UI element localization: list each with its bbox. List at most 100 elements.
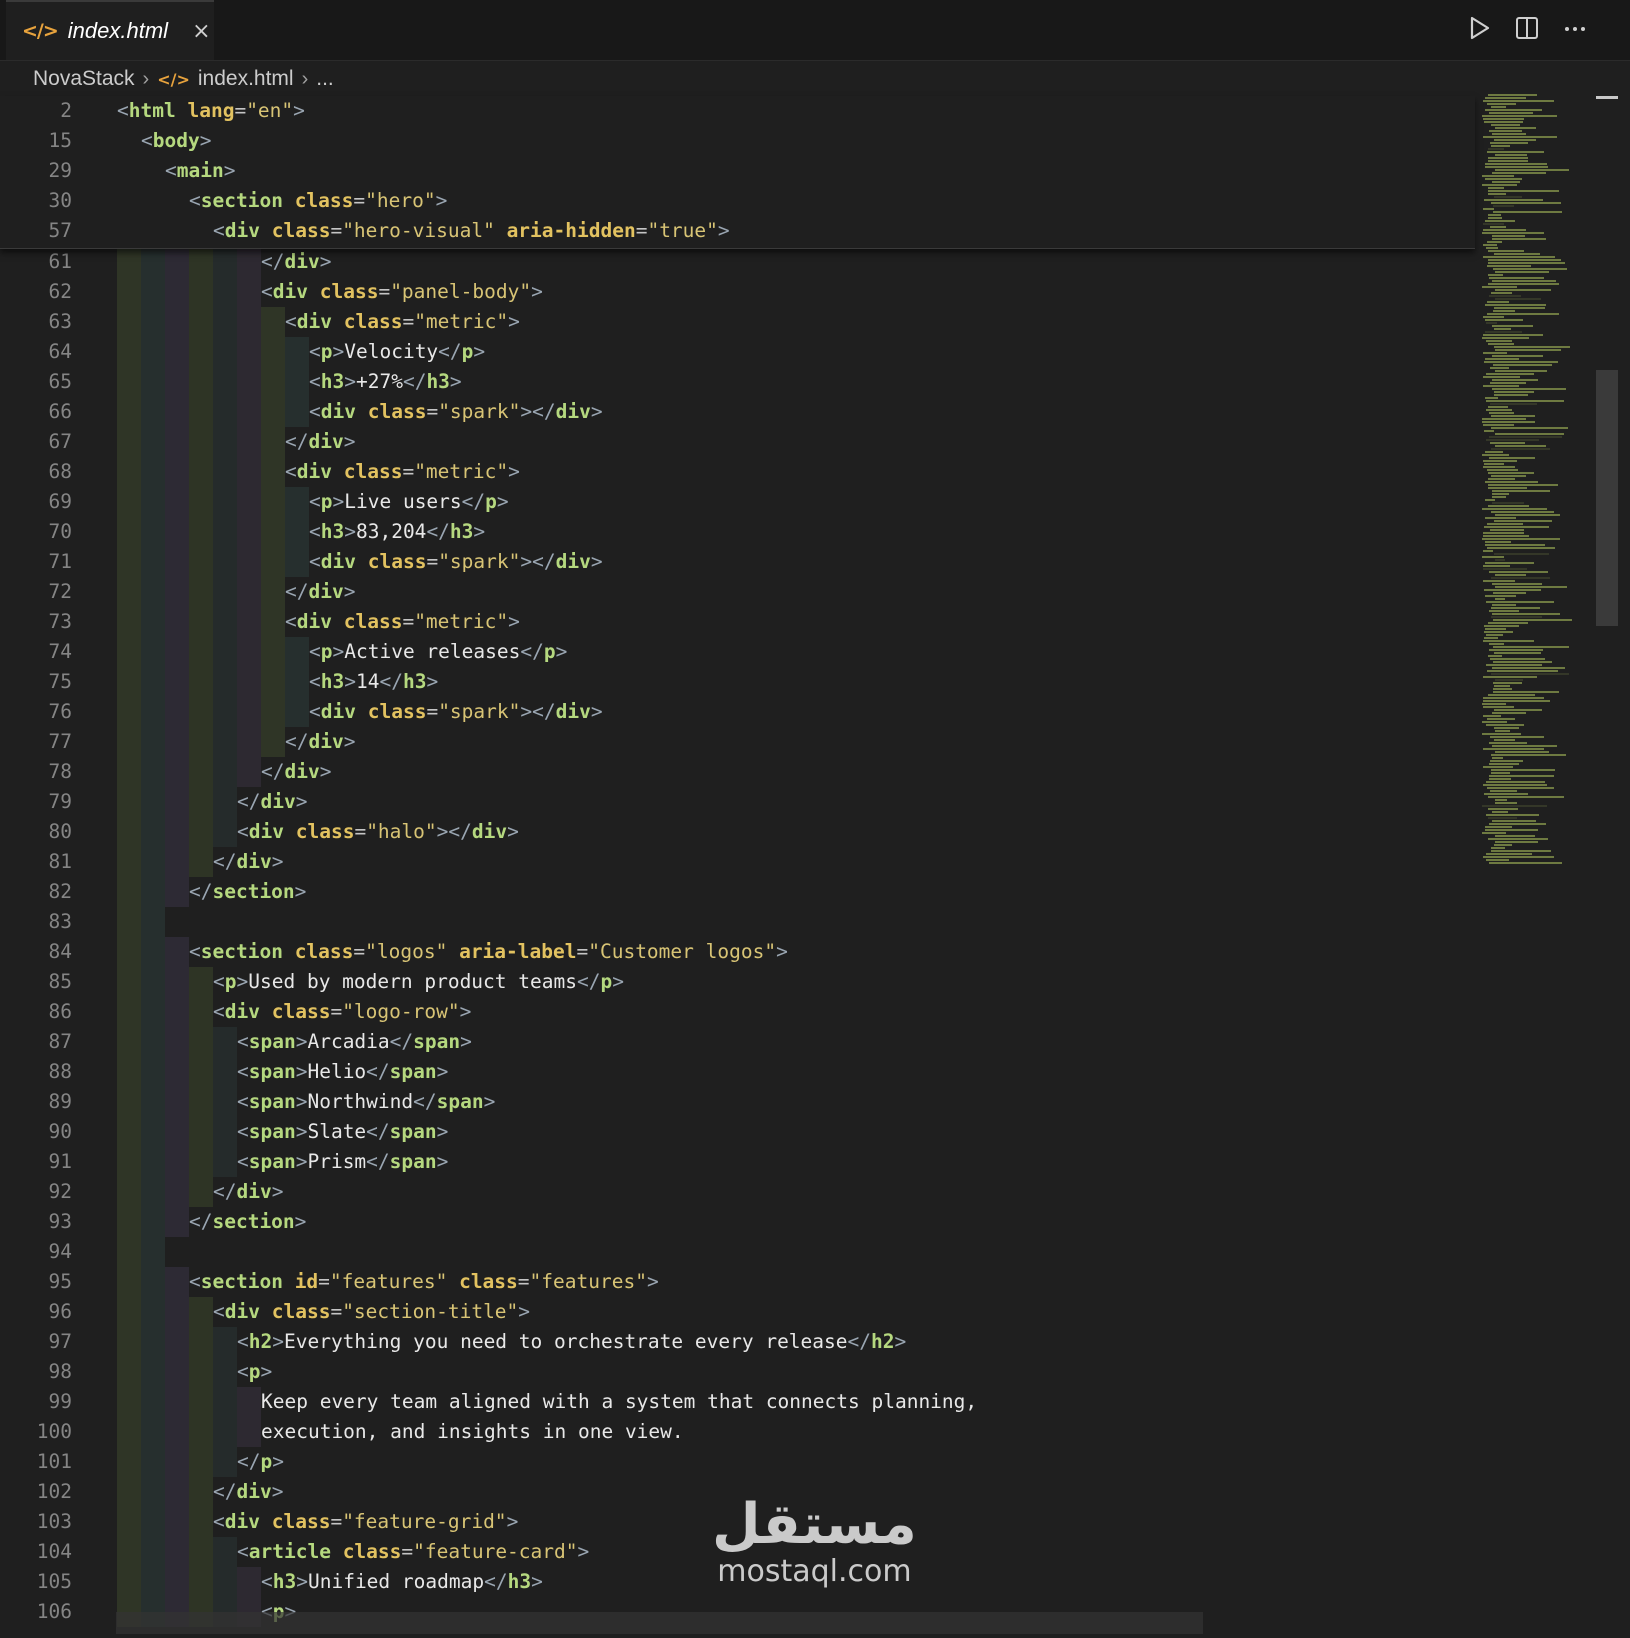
indent-guide: [165, 1417, 189, 1447]
sticky-line[interactable]: 29 <main>: [0, 156, 1470, 186]
indent-guide: [165, 427, 189, 457]
code-text: <div class="panel-body">: [261, 280, 543, 303]
indent-guide: [189, 1087, 213, 1117]
code-text: <section class="hero">: [189, 189, 448, 212]
sticky-line[interactable]: 2 <html lang="en">: [0, 96, 1470, 126]
minimap-row: [1487, 718, 1515, 720]
code-line[interactable]: 90 <span>Slate</span>: [0, 1117, 1470, 1147]
indent-guide: [117, 847, 141, 877]
code-line[interactable]: 79 </div>: [0, 787, 1470, 817]
code-line[interactable]: 85 <p>Used by modern product teams</p>: [0, 967, 1470, 997]
code-line[interactable]: 96 <div class="section-title">: [0, 1297, 1470, 1327]
minimap-row: [1489, 412, 1514, 414]
horizontal-scrollbar[interactable]: [116, 1612, 1203, 1634]
code-line[interactable]: 84 <section class="logos" aria-label="Cus…: [0, 937, 1470, 967]
code-line[interactable]: 92 </div>: [0, 1177, 1470, 1207]
code-line[interactable]: 61 </div>: [0, 247, 1470, 277]
code-line[interactable]: 97 <h2>Everything you need to orchestrate…: [0, 1327, 1470, 1357]
code-line[interactable]: 95 <section id="features" class="features…: [0, 1267, 1470, 1297]
code-editor[interactable]: 61 </div> 62 <div class="panel-body"> 63 <div…: [0, 96, 1475, 1638]
indent-guide: [141, 1057, 165, 1087]
code-line[interactable]: 75 <h3>14</h3>: [0, 667, 1470, 697]
line-number: 62: [48, 280, 72, 303]
minimap-row: [1483, 532, 1524, 534]
code-line[interactable]: 93 </section>: [0, 1207, 1470, 1237]
code-line[interactable]: 99 Keep every team aligned with a system …: [0, 1387, 1470, 1417]
code-line[interactable]: 98 <p>: [0, 1357, 1470, 1387]
code-line[interactable]: 89 <span>Northwind</span>: [0, 1087, 1470, 1117]
code-line[interactable]: 81 </div>: [0, 847, 1470, 877]
code-line[interactable]: 76 <div class="spark"></div>: [0, 697, 1470, 727]
indent-guide: [165, 1207, 189, 1237]
minimap-row: [1483, 376, 1520, 378]
minimap-row: [1495, 127, 1536, 129]
minimap-row: [1486, 781, 1545, 783]
minimap[interactable]: [1478, 94, 1598, 884]
indent-guide: [213, 637, 237, 667]
code-line[interactable]: 87 <span>Arcadia</span>: [0, 1027, 1470, 1057]
code-line[interactable]: 67 </div>: [0, 427, 1470, 457]
code-line[interactable]: 83: [0, 907, 1470, 937]
indent-guide: [165, 637, 189, 667]
code-line[interactable]: 88 <span>Helio</span>: [0, 1057, 1470, 1087]
indent-guide: [141, 397, 165, 427]
sticky-scroll-header[interactable]: 2 <html lang="en"> 15 <body> 29 <main> 30 <sect…: [0, 96, 1475, 249]
sticky-line[interactable]: 57 <div class="hero-visual" aria-hidden="…: [0, 216, 1470, 246]
code-line[interactable]: 73 <div class="metric">: [0, 607, 1470, 637]
code-line[interactable]: 82 </section>: [0, 877, 1470, 907]
code-line[interactable]: 80 <div class="halo"></div>: [0, 817, 1470, 847]
close-icon[interactable]: ×: [192, 19, 210, 44]
breadcrumb-more[interactable]: ...: [316, 67, 334, 91]
indent-guide: [165, 1537, 189, 1567]
code-line[interactable]: 94: [0, 1237, 1470, 1267]
code-line[interactable]: 66 <div class="spark"></div>: [0, 397, 1470, 427]
indent-guide: [189, 1117, 213, 1147]
indent-guide: [165, 817, 189, 847]
code-line[interactable]: 100 execution, and insights in one view.: [0, 1417, 1470, 1447]
minimap-row: [1490, 382, 1526, 384]
line-number: 79: [48, 790, 72, 813]
code-line[interactable]: 64 <p>Velocity</p>: [0, 337, 1470, 367]
code-line[interactable]: 74 <p>Active releases</p>: [0, 637, 1470, 667]
line-number: 29: [48, 159, 72, 182]
code-line[interactable]: 70 <h3>83,204</h3>: [0, 517, 1470, 547]
more-actions-icon[interactable]: [1562, 14, 1588, 42]
sticky-line[interactable]: 15 <body>: [0, 126, 1470, 156]
breadcrumb-project[interactable]: NovaStack: [33, 67, 135, 91]
code-line[interactable]: 101 </p>: [0, 1447, 1470, 1477]
sticky-line[interactable]: 30 <section class="hero">: [0, 186, 1470, 216]
code-line[interactable]: 71 <div class="spark"></div>: [0, 547, 1470, 577]
indent-guide: [261, 547, 285, 577]
code-line[interactable]: 69 <p>Live users</p>: [0, 487, 1470, 517]
minimap-row: [1493, 619, 1572, 621]
minimap-row: [1486, 439, 1539, 441]
indent-guide: [189, 1507, 213, 1537]
tab-index-html[interactable]: </> index.html ×: [6, 0, 214, 60]
indent-guide: [141, 937, 165, 967]
code-line[interactable]: 62 <div class="panel-body">: [0, 277, 1470, 307]
indent-guide: [237, 757, 261, 787]
indent-guide: [237, 517, 261, 547]
code-line[interactable]: 77 </div>: [0, 727, 1470, 757]
run-icon[interactable]: [1466, 14, 1492, 42]
code-line[interactable]: 91 <span>Prism</span>: [0, 1147, 1470, 1177]
code-line[interactable]: 72 </div>: [0, 577, 1470, 607]
breadcrumb-file[interactable]: index.html: [198, 67, 294, 91]
indent-guide: [165, 1027, 189, 1057]
indent-guide: [141, 457, 165, 487]
minimap-row: [1484, 625, 1519, 627]
indent-guide: [189, 247, 213, 277]
code-line[interactable]: 78 </div>: [0, 757, 1470, 787]
code-line[interactable]: 68 <div class="metric">: [0, 457, 1470, 487]
vertical-scrollbar[interactable]: [1596, 370, 1618, 626]
code-line[interactable]: 86 <div class="logo-row">: [0, 997, 1470, 1027]
line-number: 88: [48, 1060, 72, 1083]
minimap-row: [1494, 652, 1541, 654]
code-line[interactable]: 65 <h3>+27%</h3>: [0, 367, 1470, 397]
minimap-row: [1488, 160, 1528, 162]
indent-guide: [165, 517, 189, 547]
code-text: <p>: [237, 1360, 273, 1383]
split-editor-icon[interactable]: [1514, 14, 1540, 42]
code-text: <section class="logos" aria-label="Custo…: [189, 940, 788, 963]
code-line[interactable]: 63 <div class="metric">: [0, 307, 1470, 337]
